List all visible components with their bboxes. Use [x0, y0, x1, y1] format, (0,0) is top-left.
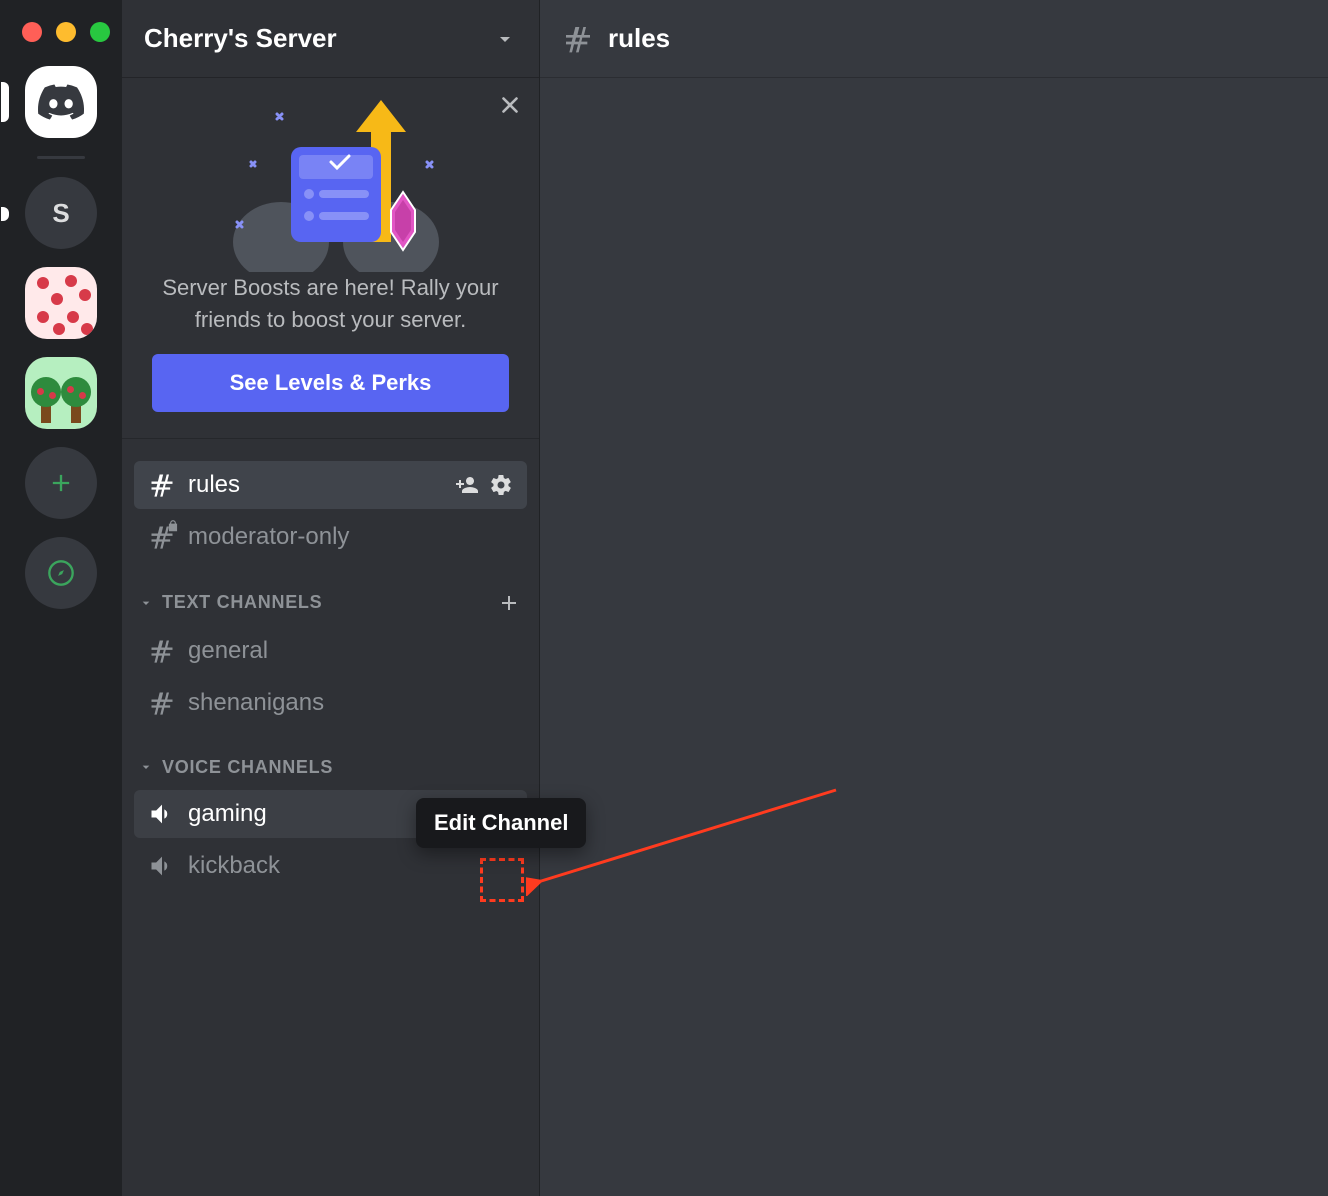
channel-label: gaming: [188, 800, 409, 828]
channel-title: rules: [608, 23, 670, 54]
channel-general[interactable]: general: [134, 627, 527, 675]
speaker-icon: [148, 800, 176, 828]
add-channel-icon[interactable]: [497, 591, 521, 615]
speaker-icon: [148, 852, 176, 880]
chevron-down-icon: [493, 27, 517, 51]
boost-illustration: [138, 92, 523, 272]
category-label: TEXT CHANNELS: [162, 592, 322, 613]
server-s[interactable]: S: [25, 177, 97, 249]
channel-sidebar: Cherry's Server: [122, 0, 540, 1196]
channel-header: rules: [540, 0, 1328, 78]
channel-label: moderator-only: [188, 523, 513, 551]
hash-icon: [148, 471, 176, 499]
channel-label: general: [188, 637, 513, 665]
main-pane: rules: [540, 0, 1328, 1196]
server-trees[interactable]: [25, 357, 97, 429]
boost-cta-button[interactable]: See Levels & Perks: [152, 354, 509, 412]
server-rail: S: [0, 0, 122, 1196]
category-text-channels[interactable]: TEXT CHANNELS: [134, 565, 527, 623]
hash-lock-icon: [148, 523, 176, 551]
category-label: VOICE CHANNELS: [162, 757, 333, 778]
channel-label: kickback: [188, 852, 513, 880]
category-voice-channels[interactable]: VOICE CHANNELS: [134, 731, 527, 786]
gear-icon[interactable]: [489, 473, 513, 497]
compass-icon: [47, 559, 75, 587]
channel-rules[interactable]: rules: [134, 461, 527, 509]
chevron-down-icon: [138, 759, 154, 775]
server-initial: S: [52, 198, 69, 229]
explore-servers-button[interactable]: [25, 537, 97, 609]
channel-label: shenanigans: [188, 689, 513, 717]
hash-icon: [148, 689, 176, 717]
home-button[interactable]: [25, 66, 97, 138]
server-cherries[interactable]: [25, 267, 97, 339]
add-server-button[interactable]: [25, 447, 97, 519]
boost-card: Server Boosts are here! Rally your frien…: [122, 78, 539, 439]
channel-shenanigans[interactable]: shenanigans: [134, 679, 527, 727]
chevron-down-icon: [138, 595, 154, 611]
close-icon[interactable]: [497, 92, 523, 118]
minimize-window[interactable]: [56, 22, 76, 42]
server-header[interactable]: Cherry's Server: [122, 0, 539, 78]
plus-icon: [47, 469, 75, 497]
channel-moderator-only[interactable]: moderator-only: [134, 513, 527, 561]
server-name: Cherry's Server: [144, 23, 337, 54]
discord-logo-icon: [38, 84, 84, 120]
hash-icon: [562, 23, 594, 55]
tooltip-edit-channel: Edit Channel: [416, 798, 586, 848]
boost-text: Server Boosts are here! Rally your frien…: [138, 272, 523, 354]
window-controls: [22, 22, 110, 42]
channel-label: rules: [188, 471, 443, 499]
hash-icon: [148, 637, 176, 665]
invite-icon[interactable]: [455, 473, 479, 497]
server-separator: [37, 156, 85, 159]
annotation-highlight: [480, 858, 524, 902]
maximize-window[interactable]: [90, 22, 110, 42]
channel-kickback[interactable]: kickback: [134, 842, 527, 890]
close-window[interactable]: [22, 22, 42, 42]
